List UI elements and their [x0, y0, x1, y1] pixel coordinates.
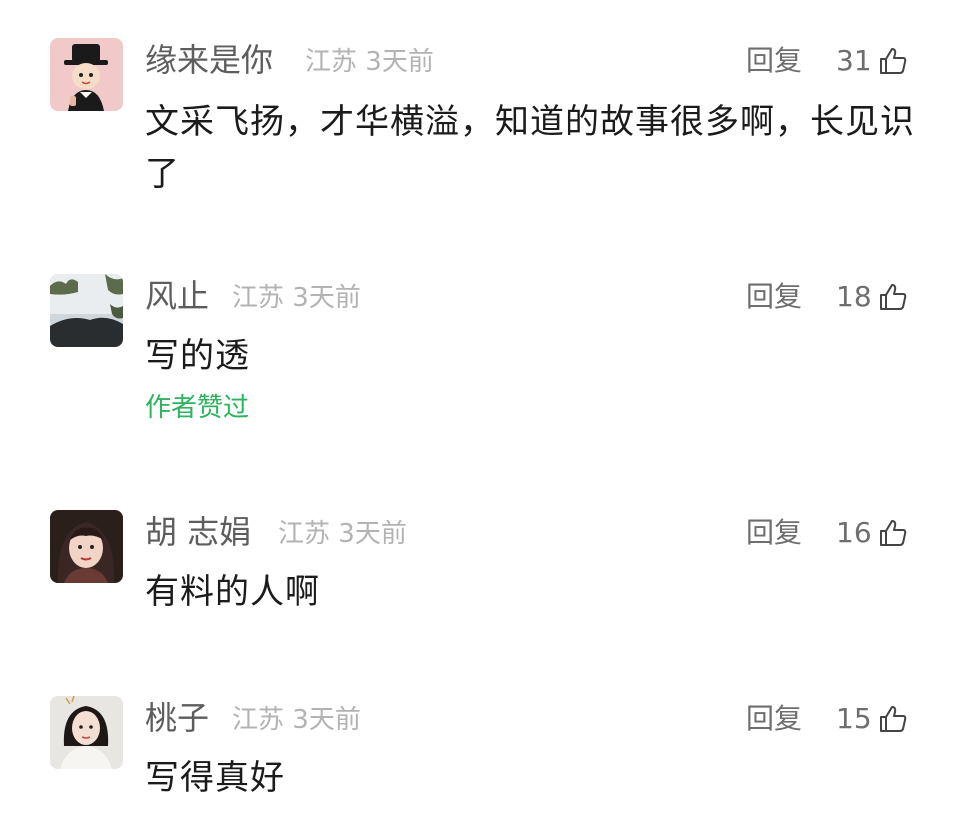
- username[interactable]: 桃子: [145, 698, 209, 738]
- avatar-cartoon-hat-image: [50, 38, 123, 111]
- avatar[interactable]: [50, 38, 123, 111]
- comment-item: 桃子 江苏 3天前 回复 15 写得真好: [0, 696, 960, 806]
- reply-button[interactable]: 回复: [746, 515, 802, 551]
- comment-meta: 江苏 3天前: [232, 283, 361, 313]
- comment-content: 有料的人啊: [145, 572, 320, 612]
- timestamp: 3天前: [292, 283, 361, 313]
- avatar-woman-traditional-image: [50, 696, 123, 769]
- comment-item: 胡 志娟 江苏 3天前 回复 16 有料的人啊: [0, 510, 960, 620]
- timestamp: 3天前: [292, 705, 361, 735]
- avatar-woman-portrait-image: [50, 510, 123, 583]
- comment-meta: 江苏 3天前: [278, 519, 407, 549]
- like-button[interactable]: 31: [836, 43, 908, 79]
- avatar-landscape-image: [50, 274, 123, 347]
- username[interactable]: 缘来是你: [145, 40, 273, 80]
- thumbs-up-icon: [878, 46, 908, 76]
- thumbs-up-icon: [878, 704, 908, 734]
- comment-content: 文采飞扬，才华横溢，知道的故事很多啊，长见识了: [145, 102, 915, 194]
- like-count: 16: [836, 516, 872, 549]
- author-liked-badge: 作者赞过: [145, 393, 250, 423]
- location: 江苏: [232, 705, 285, 735]
- reply-button[interactable]: 回复: [746, 43, 802, 79]
- username[interactable]: 胡 志娟: [145, 512, 251, 552]
- like-button[interactable]: 16: [836, 515, 908, 551]
- like-button[interactable]: 15: [836, 701, 908, 737]
- comment-item: 缘来是你 江苏 3天前 回复 31 文采飞扬，才华横溢，知道的故事很多啊，长见识…: [0, 38, 960, 218]
- comment-meta: 江苏 3天前: [305, 47, 434, 77]
- reply-button[interactable]: 回复: [746, 701, 802, 737]
- timestamp: 3天前: [338, 519, 407, 549]
- comment-content: 写的透: [145, 336, 250, 376]
- avatar[interactable]: [50, 696, 123, 769]
- username[interactable]: 风止: [145, 276, 209, 316]
- like-button[interactable]: 18: [836, 279, 908, 315]
- like-count: 15: [836, 702, 872, 735]
- like-count: 31: [836, 44, 872, 77]
- avatar[interactable]: [50, 274, 123, 347]
- location: 江苏: [305, 47, 358, 77]
- location: 江苏: [278, 519, 331, 549]
- like-count: 18: [836, 280, 872, 313]
- timestamp: 3天前: [365, 47, 434, 77]
- comment-meta: 江苏 3天前: [232, 705, 361, 735]
- thumbs-up-icon: [878, 282, 908, 312]
- comment-content: 写得真好: [145, 758, 285, 798]
- reply-button[interactable]: 回复: [746, 279, 802, 315]
- location: 江苏: [232, 283, 285, 313]
- comment-item: 风止 江苏 3天前 回复 18 写的透 作者赞过: [0, 274, 960, 434]
- avatar[interactable]: [50, 510, 123, 583]
- thumbs-up-icon: [878, 518, 908, 548]
